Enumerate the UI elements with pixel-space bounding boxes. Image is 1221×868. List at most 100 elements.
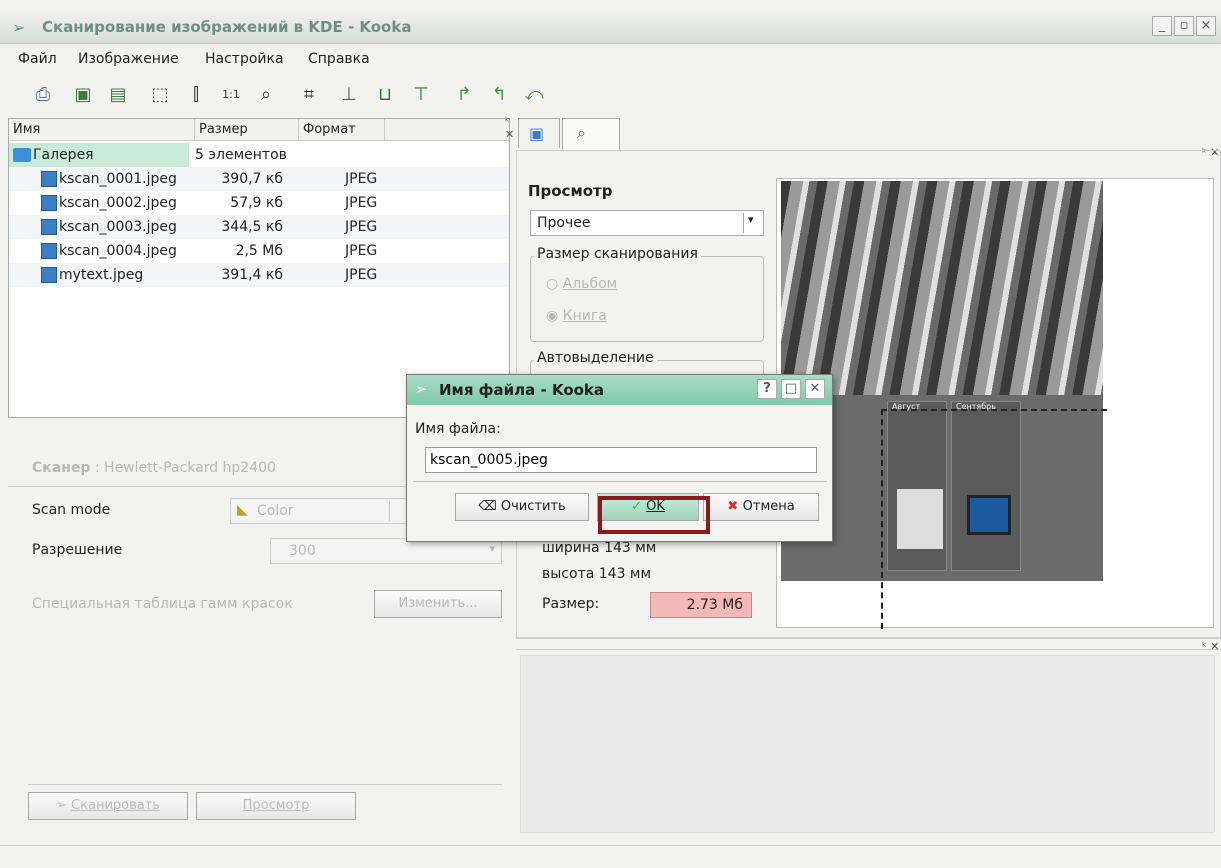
- menu-file[interactable]: Файл: [18, 51, 57, 67]
- size-label: Размер:: [542, 596, 600, 612]
- crop-icon[interactable]: ⌗: [296, 82, 322, 108]
- image-file-icon: [41, 195, 57, 211]
- filename-input[interactable]: [425, 447, 817, 473]
- radio-album[interactable]: ○ Альбом: [546, 276, 617, 292]
- image-file-icon: [41, 171, 57, 187]
- gamma-label: Специальная таблица гамм красок: [32, 596, 293, 612]
- color-mode-icon: ◣: [237, 502, 248, 518]
- file-name: kscan_0004.jpeg: [59, 243, 177, 259]
- mirror-vertical-icon[interactable]: ⊥: [336, 82, 362, 108]
- selection-rectangle[interactable]: [881, 409, 1107, 629]
- menu-help[interactable]: Справка: [308, 51, 370, 67]
- gallery-root-size: 5 элементов: [195, 147, 287, 163]
- column-size[interactable]: Размер: [195, 119, 299, 141]
- scan-mode-label: Scan mode: [32, 502, 111, 518]
- file-size: 57,9 кб: [230, 195, 283, 211]
- scan-icon: ➢: [56, 798, 72, 813]
- scan-image-icon[interactable]: ▣: [70, 82, 96, 108]
- dialog-maximize-button[interactable]: □: [781, 379, 801, 399]
- autoselect-group-title: Автовыделение: [534, 350, 657, 366]
- image-viewer-area[interactable]: [520, 655, 1215, 833]
- list-item[interactable]: kscan_0003.jpeg 344,5 кб JPEG: [9, 215, 509, 239]
- minimize-button[interactable]: _: [1152, 16, 1172, 36]
- file-format: JPEG: [345, 243, 378, 259]
- column-name[interactable]: Имя: [9, 119, 195, 141]
- scan-mode-select[interactable]: ◣ Color: [230, 498, 410, 524]
- filename-label: Имя файла:: [415, 421, 501, 437]
- scan-size-select[interactable]: Прочее ▾: [530, 210, 764, 236]
- file-size: 2,5 Мб: [235, 243, 283, 259]
- gamma-edit-button[interactable]: Изменить...: [374, 590, 502, 618]
- dialog-close-button[interactable]: ✕: [805, 379, 825, 399]
- cancel-x-icon: ✖: [727, 499, 743, 514]
- maximize-button[interactable]: ▫: [1174, 16, 1194, 36]
- height-text: высота 143 мм: [542, 566, 652, 582]
- dialog-title-bar: ➢ Имя файла - Kooka ? □ ✕: [407, 375, 832, 405]
- column-format[interactable]: Формат: [299, 119, 385, 141]
- kooka-app-icon: ➢: [12, 18, 26, 37]
- fit-width-icon[interactable]: ⬚: [147, 82, 173, 108]
- list-item[interactable]: kscan_0004.jpeg 2,5 Мб JPEG: [9, 239, 509, 263]
- file-size: 344,5 кб: [221, 219, 283, 235]
- image-file-icon: [41, 267, 57, 283]
- gallery-root-row[interactable]: Галерея 5 элементов: [9, 143, 509, 167]
- tab-preview[interactable]: ⌕: [562, 118, 620, 150]
- menu-bar: Файл Изображение Настройка Справка: [0, 45, 1221, 73]
- menu-settings[interactable]: Настройка: [205, 51, 284, 67]
- gallery-panel: Имя Размер Формат ᵏ ✕ Галерея 5 элементов…: [8, 115, 514, 418]
- mirror-both-icon[interactable]: ⊤: [408, 82, 434, 108]
- file-name: kscan_0001.jpeg: [59, 171, 177, 187]
- scan-button[interactable]: ➢ Сканировать: [28, 792, 188, 820]
- rotate-left-icon[interactable]: ↰: [486, 82, 512, 108]
- zoom-icon[interactable]: ⌕: [253, 82, 279, 108]
- tab-gallery[interactable]: ▣: [518, 118, 560, 148]
- scan-copy-icon[interactable]: ▤: [105, 82, 131, 108]
- rotate-180-icon[interactable]: ⤺: [521, 82, 547, 108]
- folder-open-icon: [13, 148, 31, 162]
- image-file-icon: [41, 219, 57, 235]
- title-bar: ➢ Сканирование изображений в KDE - Kooka…: [0, 12, 1221, 44]
- resolution-label: Разрешение: [32, 542, 123, 558]
- radio-book[interactable]: ◉ Книга: [546, 308, 607, 324]
- divider: [413, 481, 827, 482]
- file-format: JPEG: [345, 171, 378, 187]
- preview-scan-button[interactable]: Просмотр: [196, 792, 356, 820]
- menu-image[interactable]: Изображение: [78, 51, 179, 67]
- rotate-right-icon[interactable]: ↱: [451, 82, 477, 108]
- panel-close-icon[interactable]: ᵏ ✕: [1202, 640, 1219, 653]
- magnifier-icon: ⌕: [577, 123, 586, 142]
- mirror-horizontal-icon[interactable]: ⊔: [372, 82, 398, 108]
- dialog-help-button[interactable]: ?: [757, 379, 777, 399]
- list-item[interactable]: mytext.jpeg 391,4 кб JPEG: [9, 263, 509, 287]
- highlight-box: [598, 496, 710, 534]
- printer-icon[interactable]: ⎙: [30, 82, 56, 108]
- image-file-icon: [41, 243, 57, 259]
- gallery-root-name: Галерея: [33, 147, 94, 163]
- window-title: Сканирование изображений в KDE - Kooka: [42, 18, 412, 36]
- fit-height-icon[interactable]: ⫿: [183, 82, 209, 108]
- scan-size-group: [530, 256, 764, 342]
- file-size: 390,7 кб: [221, 171, 283, 187]
- close-button[interactable]: ×: [1196, 16, 1216, 36]
- size-value-badge: 2.73 Мб: [650, 592, 752, 618]
- dialog-title: Имя файла - Kooka: [439, 381, 605, 399]
- file-name: kscan_0002.jpeg: [59, 195, 177, 211]
- gallery-header: Имя Размер Формат: [9, 119, 509, 141]
- cancel-button[interactable]: ✖ Отмена: [703, 493, 819, 521]
- preview-image-area[interactable]: Август Сентябрь: [776, 178, 1214, 629]
- scan-size-group-title: Размер сканирования: [534, 246, 701, 262]
- chevron-down-icon: ▾: [743, 213, 754, 233]
- splitter[interactable]: [516, 638, 1221, 650]
- file-name: mytext.jpeg: [59, 267, 144, 283]
- width-text: ширина 143 мм: [542, 540, 657, 556]
- radio-selected-icon: ◉: [546, 308, 563, 324]
- status-bar: [0, 845, 1221, 868]
- clear-button[interactable]: ⌫ Очистить: [455, 493, 589, 521]
- list-item[interactable]: kscan_0002.jpeg 57,9 кб JPEG: [9, 191, 509, 215]
- panel-close-icon[interactable]: ᵏ ✕: [505, 115, 514, 141]
- zoom-1to1-icon[interactable]: 1:1: [218, 82, 244, 108]
- divider: [28, 784, 502, 785]
- radio-icon: ○: [546, 276, 563, 292]
- list-item[interactable]: kscan_0001.jpeg 390,7 кб JPEG: [9, 167, 509, 191]
- kooka-app-icon: ➢: [415, 380, 428, 398]
